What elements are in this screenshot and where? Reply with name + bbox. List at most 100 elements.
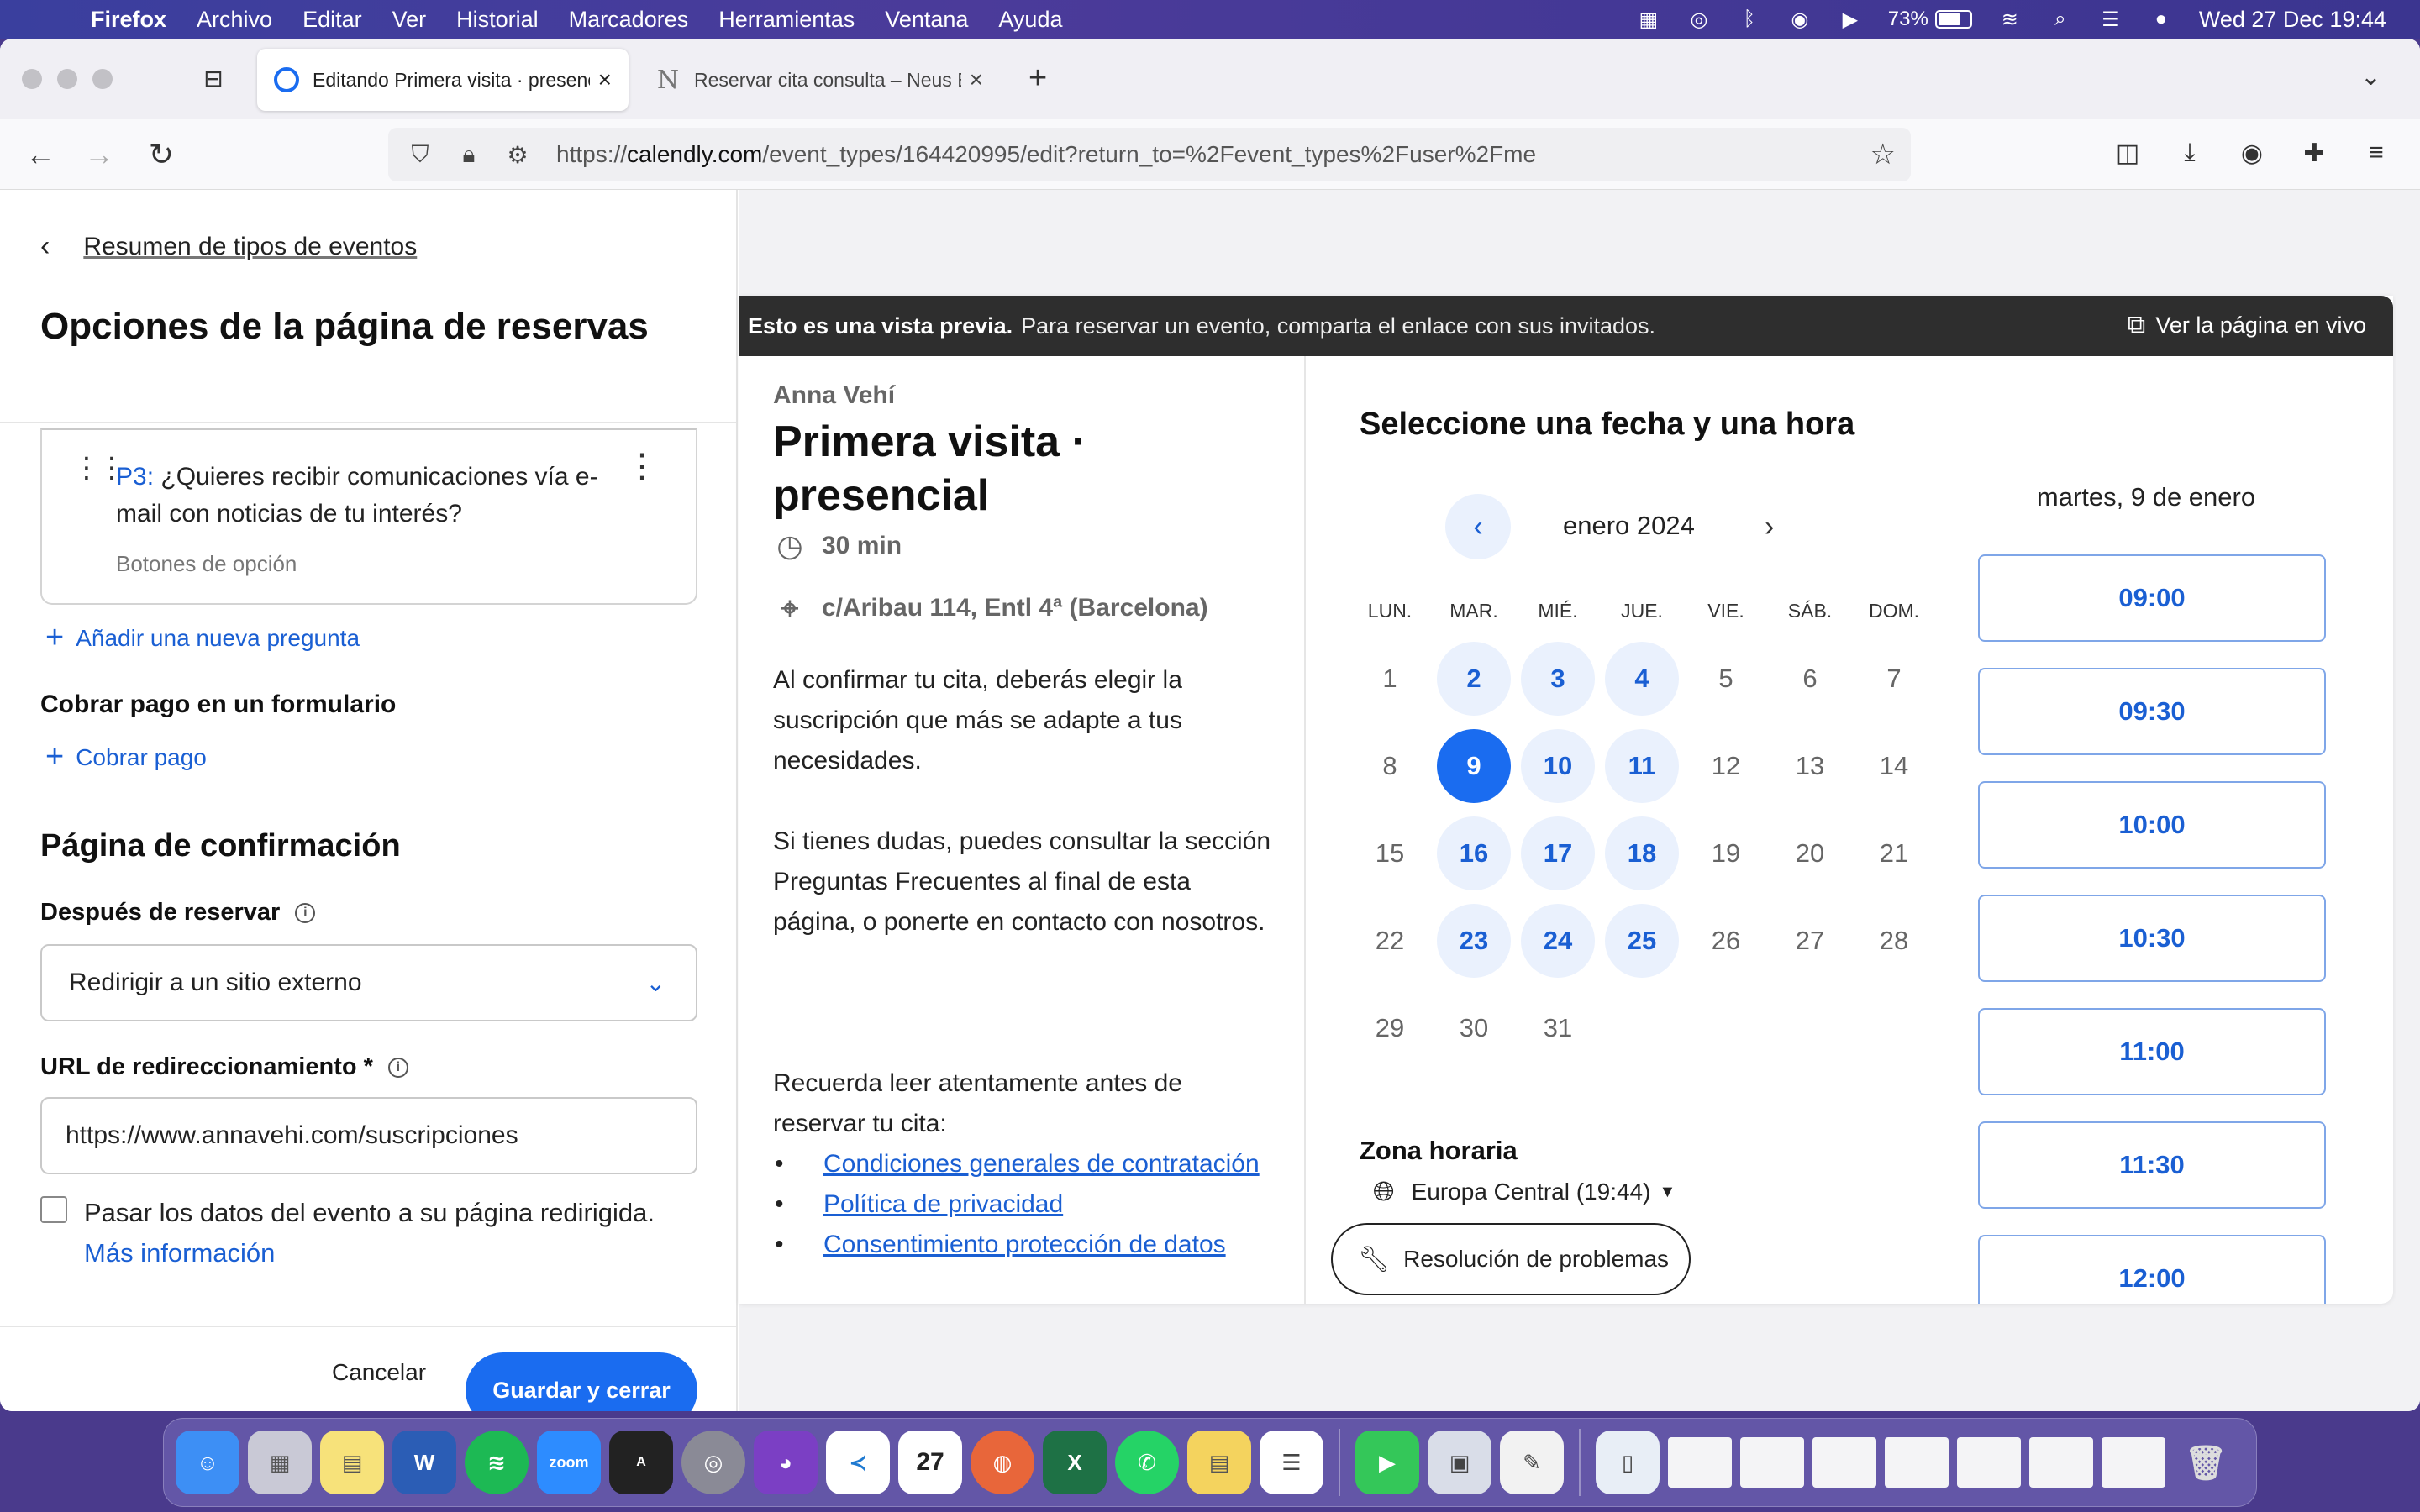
minimize-window-button[interactable]	[57, 69, 77, 89]
calendar-day-available[interactable]: 25	[1600, 897, 1684, 984]
troubleshoot-button[interactable]: 🔧︎ Resolución de problemas	[1331, 1223, 1691, 1295]
preview-icon[interactable]: ▣	[1428, 1431, 1491, 1494]
stickies-icon[interactable]: ▤	[1187, 1431, 1251, 1494]
downloads-icon[interactable]: ⤓	[2171, 134, 2208, 171]
calendar-day-available[interactable]: 17	[1516, 810, 1600, 897]
play-icon[interactable]: ▶	[1838, 8, 1863, 31]
menu-marcadores[interactable]: Marcadores	[569, 7, 689, 33]
finder-icon[interactable]: ☺	[176, 1431, 239, 1494]
address-bar[interactable]: ⛉ 🔒︎ ⚙ https://calendly.com/event_types/…	[388, 128, 1911, 181]
tracking-protection-shield-icon[interactable]: ⛉	[403, 138, 437, 171]
calendar-day-available[interactable]: 24	[1516, 897, 1600, 984]
minimized-window-thumbnail[interactable]	[1885, 1437, 1949, 1488]
time-slot-button[interactable]: 12:00	[1978, 1235, 2326, 1304]
close-window-button[interactable]	[22, 69, 42, 89]
stage-manager-icon[interactable]: ▦	[1636, 8, 1661, 31]
privacy-policy-link[interactable]: Política de privacidad	[823, 1190, 1063, 1218]
zoom-icon[interactable]: zoom	[537, 1431, 601, 1494]
timezone-select[interactable]: 🌐︎ Europa Central (19:44) ▼	[1373, 1176, 1676, 1208]
bluetooth-icon[interactable]: ᛒ	[1737, 8, 1762, 31]
menu-archivo[interactable]: Archivo	[197, 7, 272, 33]
drag-handle-icon[interactable]: ⋮⋮	[72, 454, 126, 482]
apogee-icon[interactable]: A	[609, 1431, 673, 1494]
firefox-icon[interactable]: ◍	[971, 1431, 1034, 1494]
zoom-window-button[interactable]	[92, 69, 113, 89]
extensions-puzzle-icon[interactable]: ✚	[2296, 134, 2333, 171]
save-and-close-button[interactable]: Guardar y cerrar	[466, 1352, 697, 1411]
whatsapp-icon[interactable]: ✆	[1115, 1431, 1179, 1494]
back-to-event-types-link[interactable]: ‹ Resumen de tipos de eventos	[40, 230, 417, 263]
battery-indicator[interactable]: 73%	[1888, 8, 1972, 31]
info-icon[interactable]: i	[387, 1057, 408, 1078]
bookmark-star-icon[interactable]: ☆	[1870, 138, 1896, 171]
panel-scroll-area[interactable]: ⋮⋮ P3: ¿Quieres recibir comunicaciones v…	[0, 423, 736, 1309]
disk-utility-icon[interactable]: ◎	[681, 1431, 745, 1494]
calendar-day-available[interactable]: 4	[1600, 635, 1684, 722]
lock-icon[interactable]: 🔒︎	[452, 138, 486, 171]
vscode-icon[interactable]: ≺	[826, 1431, 890, 1494]
more-info-link[interactable]: Más información	[84, 1233, 655, 1273]
airdrop-icon[interactable]: ◎	[1686, 8, 1712, 31]
redirect-url-input[interactable]: https://www.annavehi.com/suscripciones	[40, 1097, 697, 1174]
document-thumbnail-icon[interactable]: ▯	[1596, 1431, 1660, 1494]
github-icon[interactable]: ◕	[754, 1431, 818, 1494]
word-icon[interactable]: W	[392, 1431, 456, 1494]
close-tab-icon[interactable]: ×	[598, 66, 612, 93]
permissions-icon[interactable]: ⚙	[501, 138, 534, 171]
menu-herramientas[interactable]: Herramientas	[718, 7, 855, 33]
previous-month-button[interactable]: ‹	[1445, 494, 1511, 559]
calendar-day-available[interactable]: 11	[1600, 722, 1684, 810]
after-booking-select[interactable]: Redirigir a un sitio externo ⌄	[40, 944, 697, 1021]
minimized-window-thumbnail[interactable]	[2102, 1437, 2165, 1488]
pass-event-data-checkbox[interactable]	[40, 1196, 67, 1223]
info-icon[interactable]: i	[295, 902, 316, 923]
next-month-button[interactable]: ›	[1765, 511, 1774, 543]
siri-icon[interactable]: ●	[2149, 8, 2174, 31]
close-tab-icon[interactable]: ×	[970, 66, 983, 93]
question-card[interactable]: ⋮⋮ P3: ¿Quieres recibir comunicaciones v…	[40, 428, 697, 605]
menu-editar[interactable]: Editar	[302, 7, 362, 33]
calendar-day-available[interactable]: 18	[1600, 810, 1684, 897]
minimized-window-thumbnail[interactable]	[1957, 1437, 2021, 1488]
time-slot-button[interactable]: 10:30	[1978, 895, 2326, 982]
launchpad-icon[interactable]: ▦	[248, 1431, 312, 1494]
collect-payment-link[interactable]: + Cobrar pago	[45, 739, 207, 775]
cancel-button[interactable]: Cancelar	[316, 1336, 442, 1410]
account-icon[interactable]: ◉	[2233, 134, 2270, 171]
control-center-icon[interactable]: ☰	[2098, 8, 2123, 31]
minimized-window-thumbnail[interactable]	[1740, 1437, 1804, 1488]
minimized-window-thumbnail[interactable]	[1812, 1437, 1876, 1488]
time-slot-button[interactable]: 11:30	[1978, 1121, 2326, 1209]
back-arrow-icon[interactable]: ←	[20, 134, 60, 175]
view-live-page-link[interactable]: ⧉ Ver la página en vivo	[2128, 311, 2366, 339]
spotlight-search-icon[interactable]: ⌕	[2048, 8, 2073, 31]
menu-ayuda[interactable]: Ayuda	[998, 7, 1062, 33]
calendar-day-available[interactable]: 3	[1516, 635, 1600, 722]
terms-link[interactable]: Condiciones generales de contratación	[823, 1150, 1260, 1178]
menu-ver[interactable]: Ver	[392, 7, 427, 33]
list-all-tabs-chevron-icon[interactable]: ⌄	[2360, 62, 2381, 92]
tab-editing-event[interactable]: Editando Primera visita · presencial ×	[257, 49, 629, 111]
add-question-link[interactable]: + Añadir una nueva pregunta	[45, 620, 360, 656]
wifi-icon[interactable]: ≋	[1997, 8, 2023, 31]
pocket-icon[interactable]: ◫	[2109, 134, 2146, 171]
notes-icon[interactable]: ▤	[320, 1431, 384, 1494]
calendar-day-selected[interactable]: 9	[1432, 722, 1516, 810]
textedit-icon[interactable]: ✎	[1500, 1431, 1564, 1494]
calendar-day-available[interactable]: 23	[1432, 897, 1516, 984]
calendar-day-available[interactable]: 10	[1516, 722, 1600, 810]
minimized-window-thumbnail[interactable]	[1668, 1437, 1732, 1488]
app-menu[interactable]: Firefox	[91, 7, 166, 33]
time-slot-button[interactable]: 11:00	[1978, 1008, 2326, 1095]
minimized-window-thumbnail[interactable]	[2029, 1437, 2093, 1488]
calendar-day-available[interactable]: 16	[1432, 810, 1516, 897]
calendar-icon[interactable]: 27	[898, 1431, 962, 1494]
new-tab-plus-icon[interactable]: +	[1028, 60, 1047, 97]
reload-icon[interactable]: ↻	[141, 134, 182, 175]
tab-reservar-cita[interactable]: N Reservar cita consulta – Neus El ×	[639, 49, 1000, 111]
spotify-icon[interactable]: ≋	[465, 1431, 529, 1494]
user-icon[interactable]: ◉	[1787, 8, 1812, 31]
reminders-icon[interactable]: ☰	[1260, 1431, 1323, 1494]
hamburger-menu-icon[interactable]: ≡	[2358, 134, 2395, 171]
excel-icon[interactable]: X	[1043, 1431, 1107, 1494]
